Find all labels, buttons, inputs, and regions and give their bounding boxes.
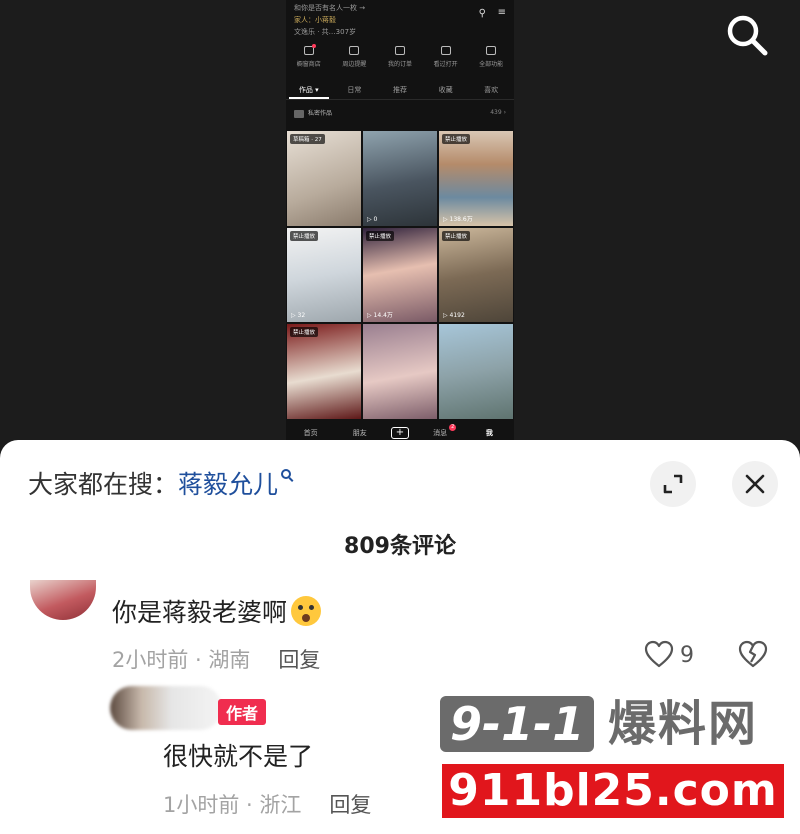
- comment-time-location: 2小时前 · 湖南: [112, 648, 251, 672]
- tab-daily[interactable]: 日常: [334, 80, 374, 99]
- screenshot-area: 和你是否有名人一枚 → 家人：小蒋毅 文逸乐 · 共…307岁 ⚲ ≡ 橱窗商店…: [0, 0, 800, 450]
- reply-button[interactable]: 回复: [329, 793, 371, 817]
- nav-create-button[interactable]: +: [390, 427, 409, 439]
- shop-icon: [303, 44, 316, 55]
- messages-badge: 2: [449, 424, 457, 431]
- expand-button[interactable]: [650, 461, 696, 507]
- private-works-count: 439 ›: [490, 109, 506, 116]
- tool-label: 我的订单: [387, 61, 412, 68]
- tool-shop[interactable]: 橱窗商店: [287, 44, 331, 74]
- blocked-badge: 禁止播放: [290, 230, 319, 241]
- play-count: ▷ 0: [367, 215, 378, 223]
- comment-text: 你是蒋毅老婆啊: [112, 593, 322, 629]
- grid-icon: [486, 46, 497, 55]
- nav-friends[interactable]: 朋友: [342, 428, 378, 438]
- nav-messages-label: 消息: [433, 429, 448, 437]
- broken-heart-icon[interactable]: [738, 640, 768, 670]
- surprised-face-emoji: [291, 596, 322, 626]
- video-thumbnail[interactable]: 禁止播放 ▷ 32: [287, 227, 361, 323]
- video-grid: 草稿箱 · 27 ▷ 0 禁止播放 ▷ 138.6万 禁止播放 ▷ 32 禁止播…: [287, 131, 513, 419]
- tab-likes[interactable]: 喜欢: [471, 80, 511, 99]
- blocked-badge: 禁止播放: [290, 327, 319, 338]
- expand-icon: [663, 474, 683, 494]
- search-icon[interactable]: [724, 12, 770, 58]
- comment-text-content: 你是蒋毅老婆啊: [112, 598, 288, 627]
- video-thumbnail[interactable]: [363, 324, 437, 419]
- reply-button[interactable]: 回复: [278, 648, 320, 672]
- profile-tools: 橱窗商店 周边提醒 我的订单 看过打开 全部功能: [286, 44, 514, 74]
- profile-header: 和你是否有名人一枚 → 家人：小蒋毅 文逸乐 · 共…307岁: [294, 2, 506, 40]
- video-thumbnail[interactable]: 草稿箱 · 27: [287, 131, 361, 226]
- profile-bio-line: 和你是否有名人一枚 →: [294, 4, 366, 12]
- close-icon: [745, 474, 765, 494]
- play-count: ▷ 138.6万: [443, 215, 473, 223]
- blocked-badge: 禁止播放: [442, 230, 471, 241]
- search-small-icon: [281, 469, 292, 479]
- profile-tags-line: 文逸乐 · 共…307岁: [294, 28, 357, 36]
- nav-home[interactable]: 首页: [293, 428, 329, 438]
- trending-prefix: 大家都在搜：: [28, 470, 179, 499]
- tool-label: 看过打开: [433, 61, 458, 68]
- watermark-domain: 911bl25.com: [442, 764, 784, 818]
- like-count: 9: [680, 643, 694, 668]
- profile-search-icon[interactable]: ⚲: [479, 8, 486, 19]
- tool-orders[interactable]: 我的订单: [378, 44, 422, 74]
- cart-icon: [394, 46, 405, 55]
- tab-works[interactable]: 作品 ▾: [288, 80, 329, 99]
- video-thumbnail[interactable]: 禁止播放 ▷ 4192: [439, 227, 513, 323]
- private-works-row[interactable]: 私密作品 439 ›: [294, 108, 506, 122]
- video-thumbnail[interactable]: 禁止播放 ▷ 14.4万: [363, 227, 437, 323]
- bell-icon: [440, 46, 451, 55]
- avatar[interactable]: [30, 580, 96, 620]
- watermark-title: 爆料网: [608, 696, 759, 752]
- play-count: ▷ 14.4万: [367, 312, 393, 320]
- profile-screenshot: 和你是否有名人一枚 → 家人：小蒋毅 文逸乐 · 共…307岁 ⚲ ≡ 橱窗商店…: [286, 0, 514, 450]
- profile-tabs: 作品 ▾ 日常 推荐 收藏 喜欢: [286, 80, 514, 100]
- tool-history[interactable]: 看过打开: [424, 44, 468, 74]
- watermark: 9-1-1 爆料网 911bl25.com: [434, 686, 792, 828]
- watermark-header: 9-1-1 爆料网: [440, 692, 786, 756]
- blocked-badge: 禁止播放: [442, 134, 471, 144]
- blocked-badge: 禁止播放: [366, 230, 395, 241]
- tool-label: 橱窗商店: [296, 61, 321, 68]
- tab-recommend[interactable]: 推荐: [380, 80, 420, 99]
- watermark-logo: 9-1-1: [440, 696, 595, 752]
- video-thumbnail[interactable]: 禁止播放: [287, 324, 361, 419]
- comment-meta: 2小时前 · 湖南 回复: [112, 644, 320, 674]
- heart-icon[interactable]: [644, 640, 674, 670]
- draft-badge: 草稿箱 · 27: [290, 134, 325, 144]
- author-badge: 作者: [218, 699, 267, 725]
- nav-me[interactable]: 我: [471, 428, 507, 438]
- tool-label: 全部功能: [479, 61, 504, 68]
- author-avatar[interactable]: [110, 686, 222, 730]
- tab-favorites[interactable]: 收藏: [426, 80, 466, 99]
- tool-label: 周边提醒: [342, 61, 367, 68]
- tool-all[interactable]: 全部功能: [469, 44, 513, 74]
- reply-comment-meta: 1小时前 · 浙江 回复: [163, 789, 371, 819]
- reply-comment-text: 很快就不是了: [163, 742, 314, 771]
- comment-time-location: 1小时前 · 浙江: [163, 793, 302, 817]
- tool-nearby[interactable]: 周边提醒: [332, 44, 376, 74]
- nav-messages[interactable]: 消息 2: [422, 424, 458, 438]
- video-thumbnail[interactable]: [439, 324, 513, 419]
- video-thumbnail[interactable]: 禁止播放 ▷ 138.6万: [439, 131, 513, 226]
- play-count: ▷ 4192: [443, 312, 465, 320]
- store-icon: [349, 46, 360, 55]
- play-count: ▷ 32: [291, 312, 306, 320]
- profile-family-line: 家人：小蒋毅: [294, 16, 336, 24]
- private-works-label: 私密作品: [308, 110, 333, 117]
- trending-search[interactable]: 大家都在搜：蒋毅允儿: [28, 468, 292, 502]
- comment-count: 809条评论: [344, 534, 456, 559]
- trending-query-link[interactable]: 蒋毅允儿: [178, 470, 278, 499]
- lock-icon: [294, 109, 304, 118]
- close-button[interactable]: [732, 461, 778, 507]
- video-thumbnail[interactable]: ▷ 0: [363, 131, 437, 226]
- profile-menu-icon[interactable]: ≡: [498, 7, 506, 18]
